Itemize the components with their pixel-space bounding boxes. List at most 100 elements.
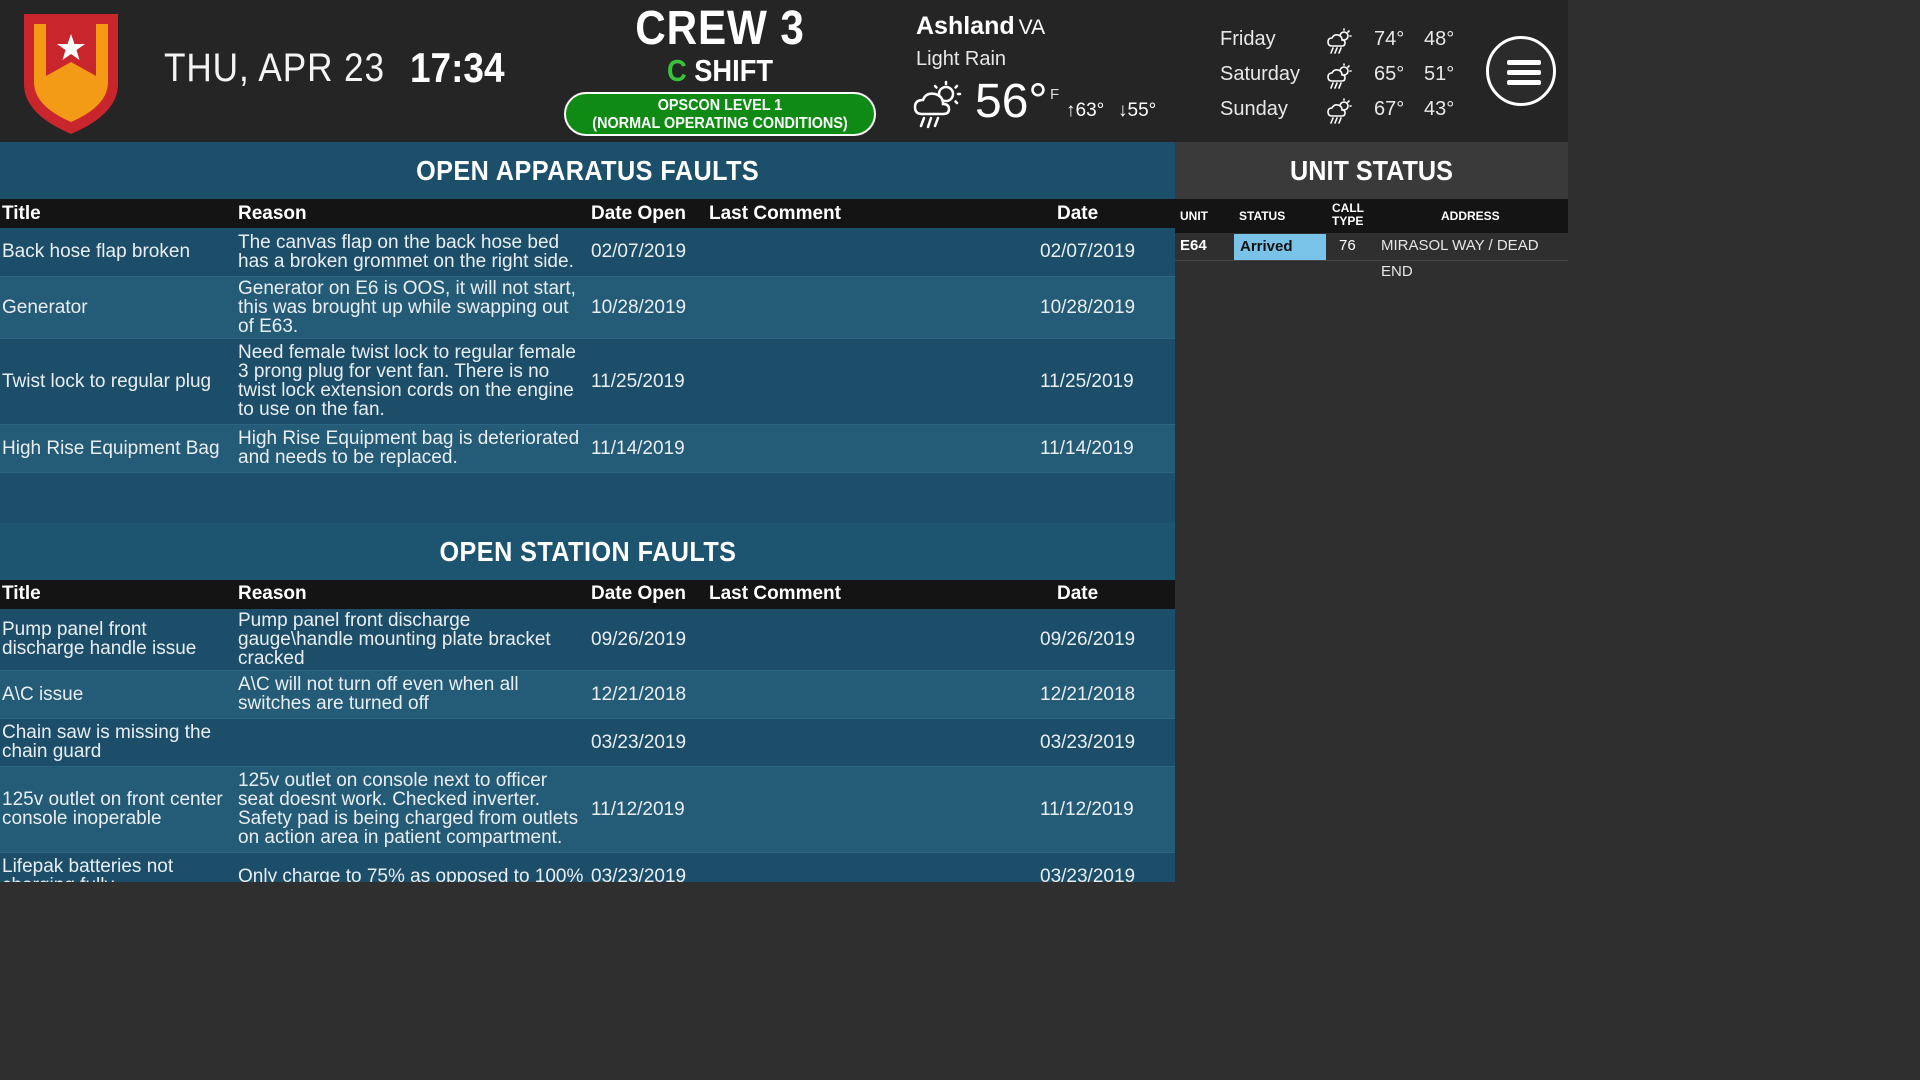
forecast-high: 67° xyxy=(1374,98,1405,120)
column-header-title[interactable]: Title xyxy=(0,199,236,228)
column-header-status[interactable]: STATUS xyxy=(1239,209,1285,223)
fault-title: Back hose flap broken xyxy=(0,228,236,277)
table-row[interactable]: 125v outlet on front center console inop… xyxy=(0,766,1175,853)
table-row[interactable]: Pump panel front discharge handle issue … xyxy=(0,608,1175,671)
fault-title: Lifepak batteries not charging fully xyxy=(0,852,236,882)
unit-status-heading: UNIT STATUS xyxy=(1290,155,1453,186)
apparatus-faults-table: Title Reason Date Open Last Comment Date… xyxy=(0,199,1175,473)
table-header-row: Title Reason Date Open Last Comment Date xyxy=(0,199,1175,228)
fault-reason: Only charge to 75% as opposed to 100% xyxy=(236,852,589,882)
arrow-up-icon: ↑ xyxy=(1066,100,1076,121)
apparatus-faults-heading: OPEN APPARATUS FAULTS xyxy=(415,155,760,186)
hamburger-menu-icon xyxy=(1507,70,1541,75)
today-low-value: 55° xyxy=(1127,100,1157,121)
fault-reason: A\C will not turn off even when all swit… xyxy=(236,670,589,719)
column-header-date[interactable]: Date xyxy=(1007,579,1175,609)
opscon-level: OPSCON LEVEL 1 xyxy=(657,97,783,114)
table-row[interactable]: Generator Generator on E6 is OOS, it wil… xyxy=(0,276,1175,339)
unit-address: MIRASOL WAY / DEAD END xyxy=(1381,237,1539,280)
table-row[interactable]: Back hose flap broken The canvas flap on… xyxy=(0,228,1175,277)
crew-shift-block: CREW 3 C SHIFT OPSCON LEVEL 1 (NORMAL OP… xyxy=(560,4,880,136)
column-header-last-comment[interactable]: Last Comment xyxy=(707,199,1007,228)
call-type-line-1: CALL xyxy=(1332,201,1364,215)
main-menu-button[interactable] xyxy=(1486,36,1556,106)
weather-location: Ashland VA xyxy=(916,12,1045,41)
current-date: THU, APR 23 xyxy=(164,46,385,90)
fault-last-comment xyxy=(707,424,1007,473)
forecast-low: 51° xyxy=(1424,63,1455,85)
unit-status-panel: UNIT STATUS UNIT STATUS CALL TYPE ADDRES… xyxy=(1175,142,1568,882)
fault-title: 125v outlet on front center console inop… xyxy=(0,766,236,853)
fault-title: High Rise Equipment Bag xyxy=(0,424,236,473)
column-header-last-comment[interactable]: Last Comment xyxy=(707,579,1007,609)
column-header-title[interactable]: Title xyxy=(0,579,236,609)
fault-reason: 125v outlet on console next to officer s… xyxy=(236,766,589,853)
fault-title: A\C issue xyxy=(0,670,236,719)
table-row[interactable]: Lifepak batteries not charging fully Onl… xyxy=(0,852,1175,882)
unit-call-type: 76 xyxy=(1339,237,1356,254)
fault-date-open: 03/23/2019 xyxy=(589,852,707,882)
fault-date-open: 02/07/2019 xyxy=(589,228,707,277)
weather-city: Ashland xyxy=(916,12,1015,40)
opscon-description: (NORMAL OPERATING CONDITIONS) xyxy=(592,115,848,132)
fault-date: 12/21/2018 xyxy=(1007,670,1175,719)
column-header-reason[interactable]: Reason xyxy=(236,579,589,609)
fault-last-comment xyxy=(707,608,1007,671)
table-row[interactable]: High Rise Equipment Bag High Rise Equipm… xyxy=(0,424,1175,473)
fault-reason: The canvas flap on the back hose bed has… xyxy=(236,228,589,277)
fault-last-comment xyxy=(707,670,1007,719)
fault-date: 10/28/2019 xyxy=(1007,276,1175,339)
column-header-address[interactable]: ADDRESS xyxy=(1441,209,1500,223)
arrow-down-icon: ↓ xyxy=(1118,100,1128,121)
column-header-call-type[interactable]: CALL TYPE xyxy=(1332,202,1364,228)
forecast-high: 65° xyxy=(1374,63,1405,85)
fault-date: 02/07/2019 xyxy=(1007,228,1175,277)
fault-last-comment xyxy=(707,852,1007,882)
today-high-value: 63° xyxy=(1075,100,1105,121)
column-header-date-open[interactable]: Date Open xyxy=(589,579,707,609)
unit-status-row[interactable]: E64 Arrived 76 MIRASOL WAY / DEAD END xyxy=(1175,233,1568,280)
fault-last-comment xyxy=(707,718,1007,767)
forecast-day: Sunday 67° 43° xyxy=(1220,98,1470,133)
shift-label: C SHIFT xyxy=(579,54,861,88)
shift-word: SHIFT xyxy=(694,53,774,88)
station-faults-title: OPEN STATION FAULTS xyxy=(0,522,1175,580)
today-low: ↓55° xyxy=(1118,100,1156,122)
fault-date: 03/23/2019 xyxy=(1007,718,1175,767)
forecast-day-name: Sunday xyxy=(1220,98,1288,120)
top-bar: THU, APR 23 17:34 CREW 3 C SHIFT OPSCON … xyxy=(0,0,1568,142)
forecast-list: Friday 74° 48° Saturday 65° 51° Sunday 6… xyxy=(1220,28,1470,133)
table-row[interactable]: Twist lock to regular plug Need female t… xyxy=(0,338,1175,425)
forecast-high: 74° xyxy=(1374,28,1405,50)
apparatus-faults-title: OPEN APPARATUS FAULTS xyxy=(0,142,1175,199)
rain-sun-icon xyxy=(1327,28,1352,54)
rain-sun-icon xyxy=(913,80,962,129)
fault-reason: Pump panel front discharge gauge\handle … xyxy=(236,608,589,671)
table-header-row: Title Reason Date Open Last Comment Date xyxy=(0,579,1175,609)
station-faults-table: Title Reason Date Open Last Comment Date… xyxy=(0,579,1175,882)
hamburger-menu-icon xyxy=(1507,80,1541,85)
column-header-date-open[interactable]: Date Open xyxy=(589,199,707,228)
fault-date-open: 12/21/2018 xyxy=(589,670,707,719)
fault-title: Chain saw is missing the chain guard xyxy=(0,718,236,767)
table-row[interactable]: Chain saw is missing the chain guard 03/… xyxy=(0,718,1175,767)
forecast-day-name: Friday xyxy=(1220,28,1276,50)
fault-date-open: 11/12/2019 xyxy=(589,766,707,853)
station-faults-heading: OPEN STATION FAULTS xyxy=(439,535,736,567)
fault-last-comment xyxy=(707,766,1007,853)
fault-date: 09/26/2019 xyxy=(1007,608,1175,671)
forecast-day-name: Saturday xyxy=(1220,63,1301,85)
faults-panel: OPEN APPARATUS FAULTS Title Reason Date … xyxy=(0,142,1175,882)
fault-date-open: 09/26/2019 xyxy=(589,608,707,671)
unit-status-header-row: UNIT STATUS CALL TYPE ADDRESS xyxy=(1175,199,1568,233)
column-header-unit[interactable]: UNIT xyxy=(1180,209,1208,223)
table-row[interactable]: A\C issue A\C will not turn off even whe… xyxy=(0,670,1175,719)
fault-date: 11/12/2019 xyxy=(1007,766,1175,853)
forecast-day: Friday 74° 48° xyxy=(1220,28,1470,63)
fault-reason xyxy=(236,718,589,767)
column-header-date[interactable]: Date xyxy=(1007,199,1175,228)
fault-date-open: 11/14/2019 xyxy=(589,424,707,473)
hamburger-menu-icon xyxy=(1507,60,1541,65)
unit-status-badge: Arrived xyxy=(1234,234,1326,260)
column-header-reason[interactable]: Reason xyxy=(236,199,589,228)
